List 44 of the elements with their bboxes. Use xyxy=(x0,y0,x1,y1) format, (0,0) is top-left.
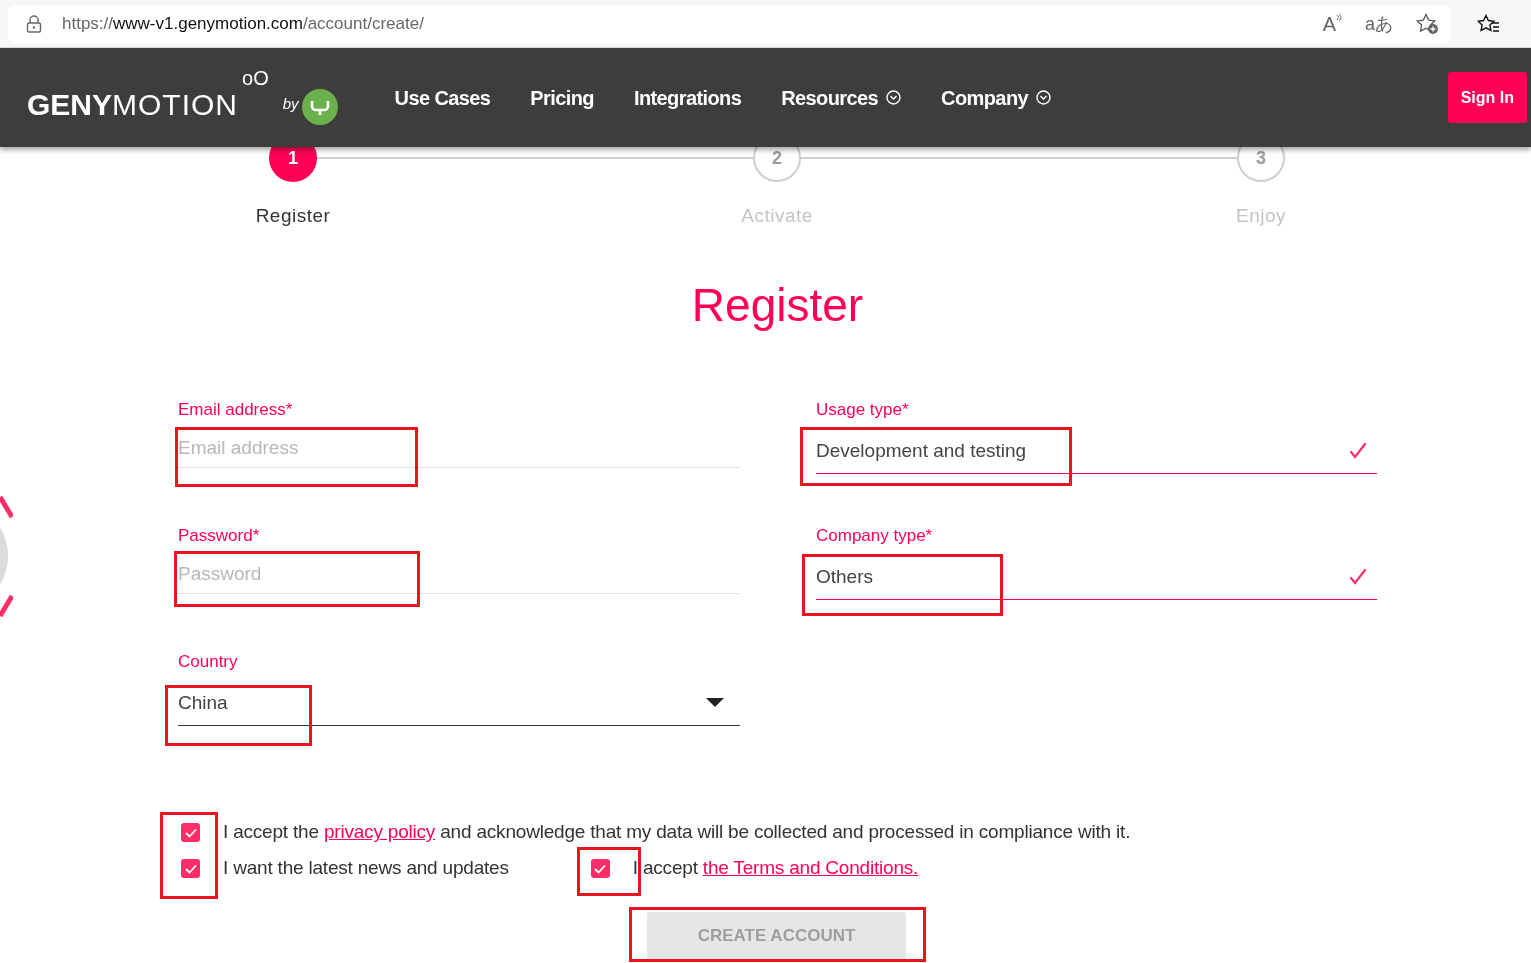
checkbox[interactable] xyxy=(181,859,200,878)
genymotion-logo[interactable]: GENYMOTION oO by xyxy=(27,67,338,128)
favorites-icon[interactable] xyxy=(1477,13,1501,34)
nav-link[interactable]: Use Cases xyxy=(394,82,491,113)
check-icon xyxy=(184,827,197,838)
check-icon xyxy=(184,863,197,874)
consent-text: I accept the privacy policy and acknowledge that my data will be collected and processed in compliance with it. xyxy=(223,820,1131,845)
nav-link[interactable]: Company xyxy=(941,82,1052,113)
translate-button[interactable]: aあ xyxy=(1365,14,1393,33)
field-label: Usage type* xyxy=(816,398,910,421)
checkbox[interactable] xyxy=(590,859,610,878)
chevron-down-icon xyxy=(886,90,902,105)
chevron-down-icon xyxy=(1036,90,1052,105)
consent-text: I accept the Terms and Conditions. xyxy=(632,856,919,881)
country-select[interactable]: China xyxy=(178,681,740,726)
field-label: Password* xyxy=(178,524,261,547)
read-aloud-button[interactable]: A xyxy=(1322,13,1343,34)
nav-link[interactable]: Pricing xyxy=(530,82,594,113)
sign-in-button[interactable]: Sign In xyxy=(1447,72,1527,123)
step-label: Register xyxy=(255,204,331,228)
text-link[interactable]: privacy policy xyxy=(323,821,436,843)
nav-link[interactable]: Resources xyxy=(781,82,902,113)
address-bar[interactable]: https://www-v1.genymotion.com/account/create/ A aあ xyxy=(8,4,1451,43)
url-text[interactable]: https://www-v1.genymotion.com/account/create/ xyxy=(62,10,424,37)
dropdown-caret-icon xyxy=(706,698,724,708)
annotation-rectangle xyxy=(577,847,641,896)
nav-link[interactable]: Integrations xyxy=(633,82,742,113)
step-label: Activate xyxy=(741,204,813,228)
field-label: Country xyxy=(178,650,239,673)
email-field[interactable]: Email address xyxy=(178,429,740,468)
add-favorite-icon[interactable] xyxy=(1415,12,1439,35)
checkbox[interactable] xyxy=(181,823,200,842)
password-field[interactable]: Password xyxy=(178,555,740,594)
consent-text: I want the latest news and updates xyxy=(223,856,509,881)
field-label: Company type* xyxy=(816,524,934,547)
select-field[interactable]: Development and testing xyxy=(816,429,1377,474)
lock-icon xyxy=(26,14,42,33)
page-heading: Register xyxy=(690,277,865,333)
step-label: Enjoy xyxy=(1236,204,1286,228)
check-icon xyxy=(594,863,607,874)
sound-waves-icon xyxy=(1336,13,1343,24)
select-field[interactable]: Others xyxy=(816,555,1377,600)
text-link[interactable]: the Terms and Conditions. xyxy=(702,857,919,879)
field-label: Email address* xyxy=(178,398,294,421)
